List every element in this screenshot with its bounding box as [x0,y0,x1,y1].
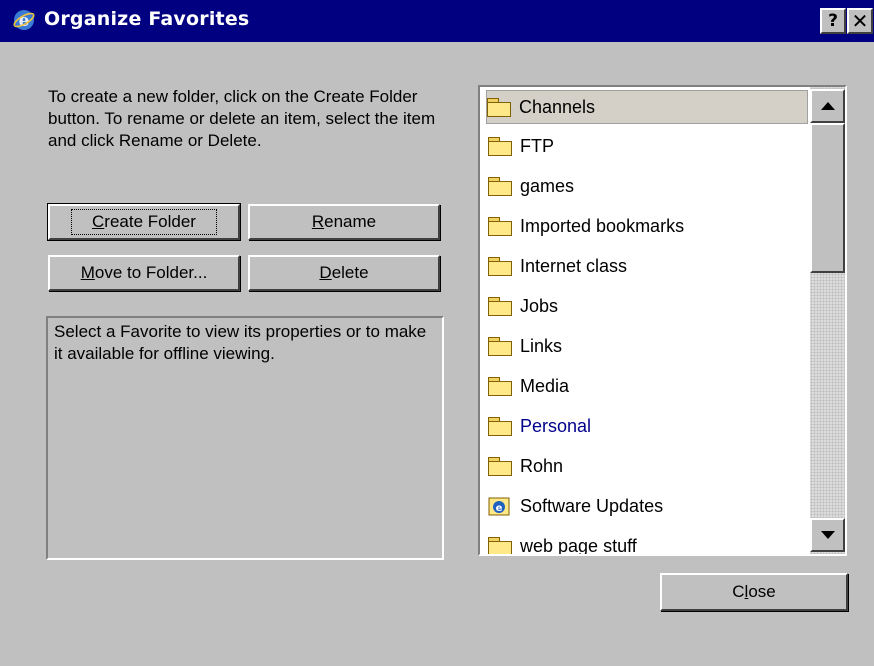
scroll-down-button[interactable] [810,518,845,552]
vertical-scrollbar[interactable] [810,87,845,554]
title-bar[interactable]: e Organize Favorites ? ✕ [0,0,874,42]
list-item[interactable]: FTP [488,130,808,162]
folder-icon [488,136,512,156]
properties-text: Select a Favorite to view its properties… [54,322,427,363]
list-item[interactable]: Channels [486,90,808,124]
list-item-label: Personal [520,416,592,436]
list-item-label: games [520,176,575,196]
instructions-text: To create a new folder, click on the Cre… [48,87,436,150]
list-item[interactable]: Rohn [488,450,808,482]
scroll-up-button[interactable] [810,89,845,123]
list-item[interactable]: Internet class [488,250,808,282]
list-item[interactable]: Jobs [488,290,808,322]
favorites-list[interactable]: Channels FTP games Imported bookmarks Intern… [478,85,847,556]
folder-icon [488,536,512,554]
create-folder-button[interactable]: Create Folder [47,203,241,241]
list-item[interactable]: web page stuff [488,530,808,554]
folder-icon [488,416,512,436]
favorites-list-items: Channels FTP games Imported bookmarks Intern… [480,87,810,554]
list-item-label: Jobs [520,296,559,316]
folder-icon [488,456,512,476]
list-item-label: Rohn [520,456,564,476]
list-item[interactable]: e Software Updates [488,490,808,522]
focus-rect: Create Folder [71,209,217,235]
window-title: Organize Favorites [44,8,250,30]
software-updates-icon: e [488,497,510,516]
internet-explorer-icon: e [13,10,35,31]
list-item-label: Channels [519,97,596,117]
list-item[interactable]: Links [488,330,808,362]
arrow-down-icon [820,531,835,540]
close-window-button[interactable]: ✕ [847,8,873,34]
svg-text:e: e [496,503,503,514]
delete-button[interactable]: Delete [248,255,440,291]
list-item-label: Internet class [520,256,628,276]
folder-icon [488,336,512,356]
list-item[interactable]: games [488,170,808,202]
list-item[interactable]: Personal [488,410,808,442]
folder-icon [488,216,512,236]
folder-icon [488,296,512,316]
folder-icon [488,256,512,276]
list-item-label: FTP [520,136,554,156]
folder-icon [488,176,512,196]
list-item-label: Software Updates [520,496,664,516]
list-item-label: Links [520,336,563,356]
close-button[interactable]: Close [660,573,848,611]
properties-panel: Select a Favorite to view its properties… [46,316,444,560]
folder-icon [488,376,512,396]
list-item-label: web page stuff [520,536,637,554]
help-button[interactable]: ? [820,8,846,34]
arrow-up-icon [820,102,835,111]
scroll-thumb[interactable] [810,123,845,273]
list-item[interactable]: Imported bookmarks [488,210,808,242]
rename-button[interactable]: Rename [248,204,440,240]
folder-icon [487,97,511,117]
move-to-folder-button[interactable]: Move to Folder... [48,255,240,291]
list-item-label: Media [520,376,570,396]
list-item[interactable]: Media [488,370,808,402]
list-item-label: Imported bookmarks [520,216,685,236]
